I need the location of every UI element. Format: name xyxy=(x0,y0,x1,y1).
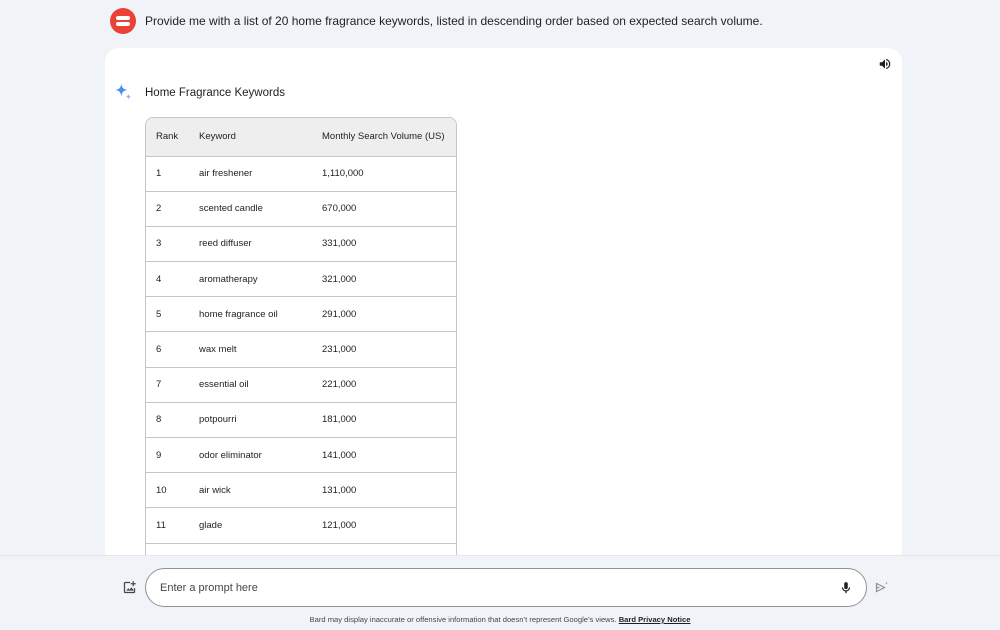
send-icon[interactable] xyxy=(874,580,889,595)
cell-keyword: glade xyxy=(199,519,223,531)
cell-keyword: reed diffuser xyxy=(199,238,252,250)
cell-keyword: aromatherapy xyxy=(199,273,258,285)
prompt-box xyxy=(145,568,867,607)
cell-keyword: scented candle xyxy=(199,203,263,215)
cell-rank: 1 xyxy=(156,168,162,180)
cell-rank: 2 xyxy=(156,203,162,215)
cell-volume: 141,000 xyxy=(322,449,357,461)
cell-volume: 670,000 xyxy=(322,203,357,215)
input-area: Bard may display inaccurate or offensive… xyxy=(0,555,1000,630)
cell-rank: 5 xyxy=(156,308,162,320)
cell-rank: 11 xyxy=(156,519,166,531)
table-row: 3 reed diffuser 331,000 xyxy=(146,226,456,261)
cell-keyword: air wick xyxy=(199,484,231,496)
cell-volume: 321,000 xyxy=(322,273,357,285)
response-title: Home Fragrance Keywords xyxy=(145,87,285,99)
speaker-icon[interactable] xyxy=(878,57,892,71)
cell-rank: 8 xyxy=(156,414,162,426)
header-rank: Rank xyxy=(156,131,179,143)
prompt-input[interactable] xyxy=(160,569,820,606)
disclaimer-text: Bard may display inaccurate or offensive… xyxy=(309,615,617,624)
cell-volume: 331,000 xyxy=(322,238,357,250)
cell-volume: 121,000 xyxy=(322,519,357,531)
table-row: 1 air freshener 1,110,000 xyxy=(146,156,456,191)
cell-rank: 7 xyxy=(156,379,162,391)
microphone-icon[interactable] xyxy=(839,580,853,596)
cell-keyword: potpourri xyxy=(199,414,237,426)
table-row: 5 home fragrance oil 291,000 xyxy=(146,296,456,332)
cell-volume: 291,000 xyxy=(322,308,357,320)
cell-keyword: odor eliminator xyxy=(199,449,262,461)
cell-keyword: essential oil xyxy=(199,379,249,391)
table-row: 9 odor eliminator 141,000 xyxy=(146,437,456,473)
header-volume: Monthly Search Volume (US) xyxy=(322,131,445,143)
cell-rank: 10 xyxy=(156,484,167,496)
bard-sparkle-icon xyxy=(115,83,132,100)
keywords-table: Rank Keyword Monthly Search Volume (US) … xyxy=(145,117,457,580)
cell-volume: 231,000 xyxy=(322,344,357,356)
table-header-row: Rank Keyword Monthly Search Volume (US) xyxy=(146,118,456,156)
privacy-notice-link[interactable]: Bard Privacy Notice xyxy=(619,615,691,624)
table-row: 7 essential oil 221,000 xyxy=(146,367,456,402)
user-prompt-row: Provide me with a list of 20 home fragra… xyxy=(110,8,763,34)
cell-keyword: air freshener xyxy=(199,168,253,180)
cell-rank: 9 xyxy=(156,449,162,461)
user-prompt-text: Provide me with a list of 20 home fragra… xyxy=(145,14,763,28)
cell-volume: 221,000 xyxy=(322,379,357,391)
cell-keyword: wax melt xyxy=(199,344,237,356)
header-keyword: Keyword xyxy=(199,131,236,143)
cell-rank: 6 xyxy=(156,344,162,356)
table-row: 10 air wick 131,000 xyxy=(146,472,456,508)
add-image-icon[interactable] xyxy=(122,580,137,595)
cell-rank: 3 xyxy=(156,238,162,250)
user-avatar-icon xyxy=(110,8,136,34)
table-row: 11 glade 121,000 xyxy=(146,507,456,543)
table-row: 4 aromatherapy 321,000 xyxy=(146,261,456,297)
cell-volume: 1,110,000 xyxy=(322,168,364,180)
table-row: 8 potpourri 181,000 xyxy=(146,402,456,437)
cell-rank: 4 xyxy=(156,273,162,285)
cell-keyword: home fragrance oil xyxy=(199,308,278,320)
table-row: 2 scented candle 670,000 xyxy=(146,191,456,226)
disclaimer: Bard may display inaccurate or offensive… xyxy=(0,615,1000,624)
table-row: 6 wax melt 231,000 xyxy=(146,331,456,367)
cell-volume: 181,000 xyxy=(322,414,357,426)
response-card: Home Fragrance Keywords Rank Keyword Mon… xyxy=(105,48,902,580)
cell-volume: 131,000 xyxy=(322,484,357,496)
